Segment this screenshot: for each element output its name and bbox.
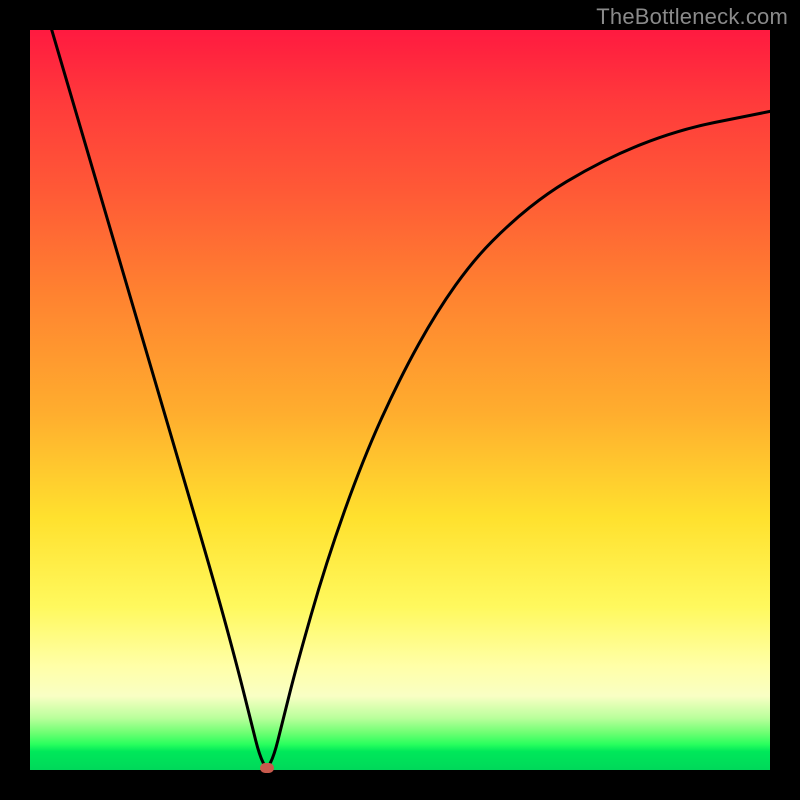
plot-area	[30, 30, 770, 770]
attribution-label: TheBottleneck.com	[596, 4, 788, 30]
chart-frame: TheBottleneck.com	[0, 0, 800, 800]
bottleneck-curve	[30, 0, 770, 766]
curve-svg	[30, 30, 770, 770]
min-marker	[260, 763, 274, 773]
